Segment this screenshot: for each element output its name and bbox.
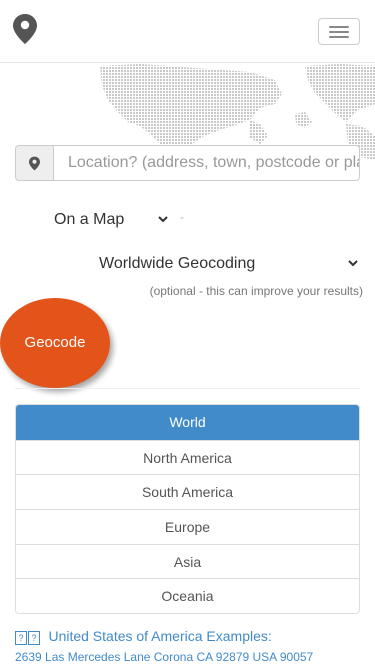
flag-placeholder-icon: ? [28,631,40,645]
search-addon [15,145,53,181]
geocode-button[interactable]: Geocode [0,298,110,388]
hamburger-bar [329,36,349,38]
hamburger-menu-button[interactable] [318,18,360,45]
region-select[interactable]: Worldwide Geocoding [30,250,363,278]
region-item-north-america[interactable]: North America [16,439,359,475]
region-hint: (optional - this can improve your result… [149,284,363,298]
location-search-group [15,145,360,181]
examples-section: ?? United States of America Examples: 26… [15,628,365,664]
map-pin-logo-icon[interactable] [13,14,37,44]
chevron-down-icon [158,216,168,223]
chevron-down-icon [348,260,358,267]
flag-placeholder-icon: ? [15,631,27,645]
region-item-europe[interactable]: Europe [16,509,359,544]
region-list: World North America South America Europe… [15,404,360,615]
region-item-oceania[interactable]: Oceania [16,578,359,614]
map-type-selected: On a Map [54,211,125,228]
region-item-world[interactable]: World [16,405,359,440]
region-item-south-america[interactable]: South America [16,474,359,510]
examples-title-link[interactable]: United States of America Examples: [48,628,271,644]
example-address-link[interactable]: 2639 Las Mercedes Lane Corona CA 92879 U… [15,650,365,664]
hamburger-menu-icon [329,26,349,28]
region-item-asia[interactable]: Asia [16,543,359,579]
divider [15,388,360,389]
top-navbar [0,0,375,63]
hamburger-bar [329,31,349,33]
region-selected: Worldwide Geocoding [99,255,256,272]
map-type-select[interactable]: On a Map - [40,208,184,234]
location-pin-icon [29,156,40,171]
location-search-input[interactable] [53,145,360,181]
map-type-separator: - [180,210,184,224]
